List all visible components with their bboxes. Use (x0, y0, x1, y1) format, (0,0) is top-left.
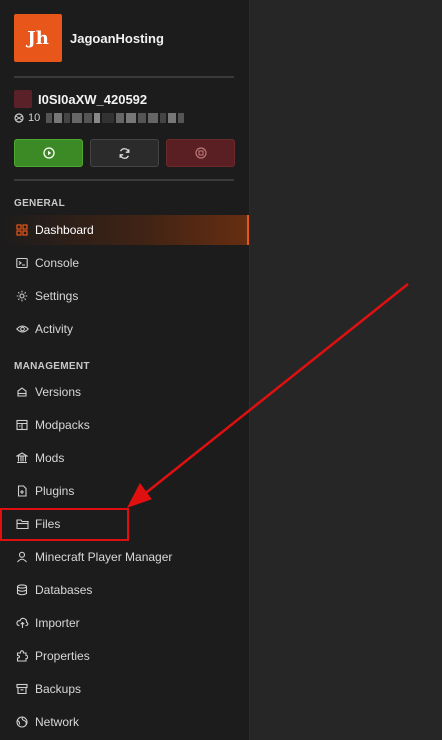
annotation-arrow (126, 283, 409, 508)
